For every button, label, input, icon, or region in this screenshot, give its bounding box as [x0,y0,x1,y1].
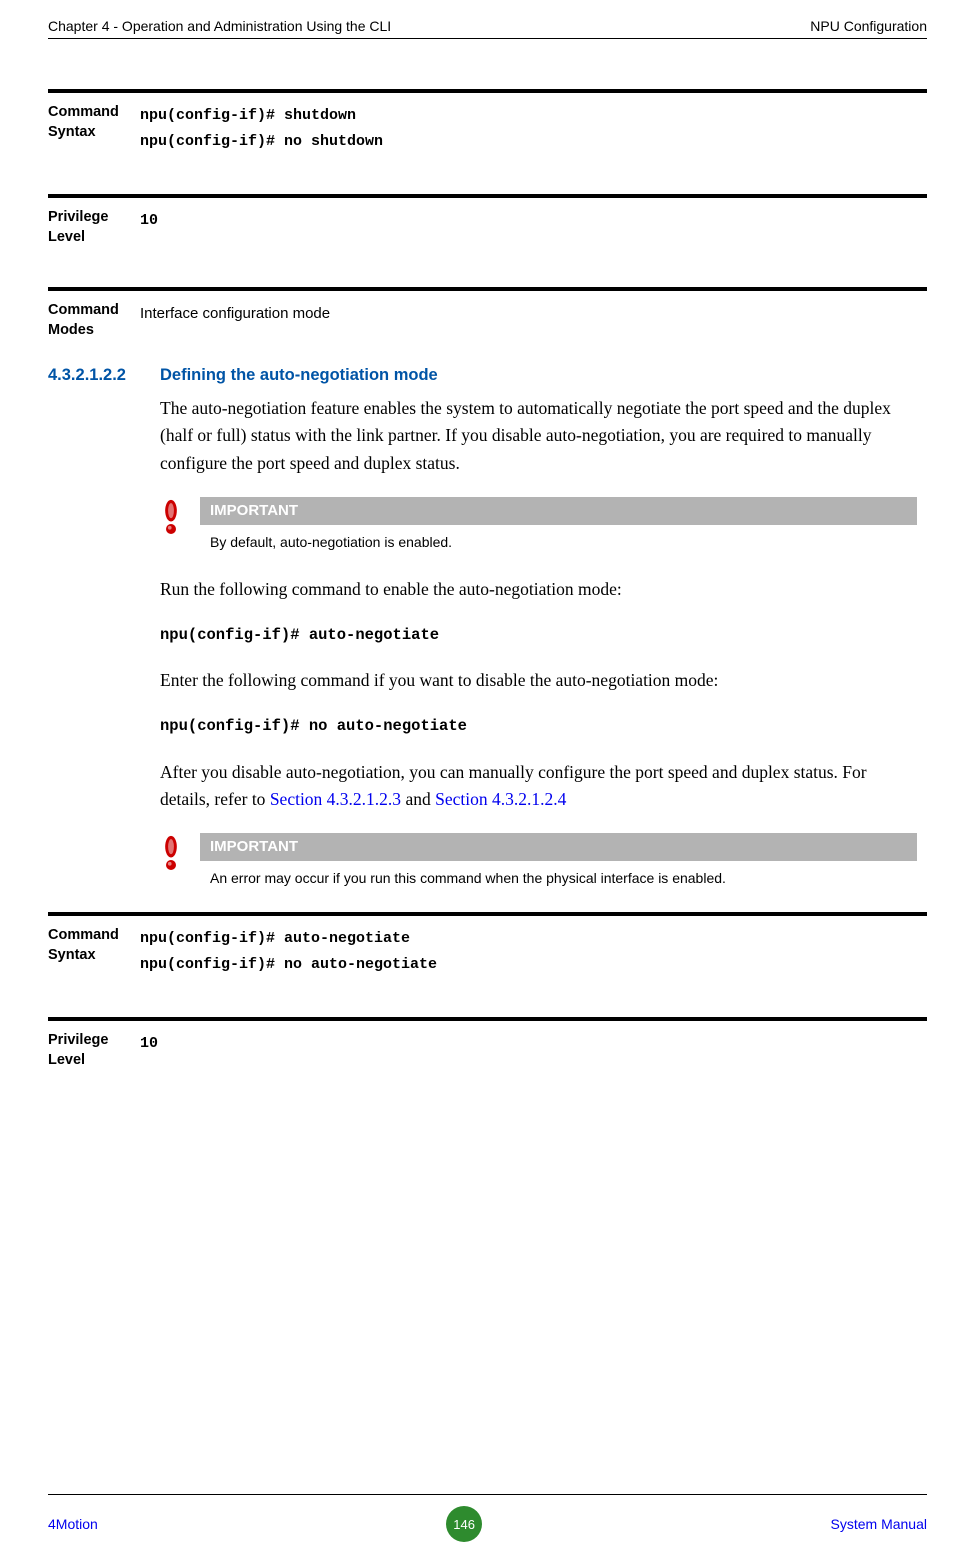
header-right: NPU Configuration [810,18,927,34]
note-text: An error may occur if you run this comma… [200,861,917,889]
body-paragraph: After you disable auto-negotiation, you … [160,759,917,813]
privilege-level-label: Privilege Level [48,1031,140,1070]
footer-left[interactable]: 4Motion [48,1516,98,1532]
text-span: and [401,789,435,809]
command-modes-value: Interface configuration mode [140,301,927,340]
privilege-level-label: Privilege Level [48,208,140,247]
header-left: Chapter 4 - Operation and Administration… [48,18,391,34]
command-modes-block: Command Modes Interface configuration mo… [48,287,927,354]
label-line: Command [48,104,119,120]
label-line: Level [48,229,85,245]
important-note: IMPORTANT An error may occur if you run … [160,833,917,889]
section-link[interactable]: Section 4.3.2.1.2.3 [270,789,401,809]
body-paragraph: Enter the following command if you want … [160,667,917,694]
label-line: Level [48,1052,85,1068]
page-footer: 4Motion 146 System Manual [48,1494,927,1545]
page-number-badge: 146 [446,1506,482,1542]
command-line: npu(config-if)# no shutdown [140,129,927,155]
label-line: Command [48,927,119,943]
command-syntax-block: Command Syntax npu(config-if)# shutdown … [48,89,927,184]
footer-right[interactable]: System Manual [831,1516,927,1532]
body-paragraph: Run the following command to enable the … [160,576,917,603]
section-title: Defining the auto-negotiation mode [160,366,438,385]
label-line: Syntax [48,124,96,140]
command-line: npu(config-if)# auto-negotiate [140,926,927,952]
command-modes-label: Command Modes [48,301,140,340]
label-line: Privilege [48,209,108,225]
label-line: Modes [48,322,94,338]
body-paragraph: The auto-negotiation feature enables the… [160,395,917,476]
command-syntax-value: npu(config-if)# auto-negotiate npu(confi… [140,926,927,977]
section-link[interactable]: Section 4.3.2.1.2.4 [435,789,566,809]
command-syntax-label: Command Syntax [48,926,140,977]
command-line: npu(config-if)# no auto-negotiate [140,952,927,978]
important-icon [160,835,186,875]
label-line: Privilege [48,1032,108,1048]
section-number: 4.3.2.1.2.2 [48,366,160,385]
subsection-heading: 4.3.2.1.2.2 Defining the auto-negotiatio… [48,366,927,385]
command-syntax-label: Command Syntax [48,103,140,154]
label-line: Syntax [48,947,96,963]
privilege-level-block: Privilege Level 10 [48,1017,927,1100]
command-syntax-block: Command Syntax npu(config-if)# auto-nego… [48,912,927,1007]
important-note: IMPORTANT By default, auto-negotiation i… [160,497,917,553]
page-header: Chapter 4 - Operation and Administration… [48,18,927,39]
label-line: Command [48,302,119,318]
command-line: npu(config-if)# auto-negotiate [160,623,917,647]
important-icon [160,499,186,539]
privilege-level-value: 10 [140,1031,927,1070]
command-line: npu(config-if)# shutdown [140,103,927,129]
privilege-level-block: Privilege Level 10 [48,194,927,277]
note-heading: IMPORTANT [200,833,917,861]
command-syntax-value: npu(config-if)# shutdown npu(config-if)#… [140,103,927,154]
command-line: npu(config-if)# no auto-negotiate [160,714,917,738]
privilege-level-value: 10 [140,208,927,247]
note-heading: IMPORTANT [200,497,917,525]
note-text: By default, auto-negotiation is enabled. [200,525,917,553]
